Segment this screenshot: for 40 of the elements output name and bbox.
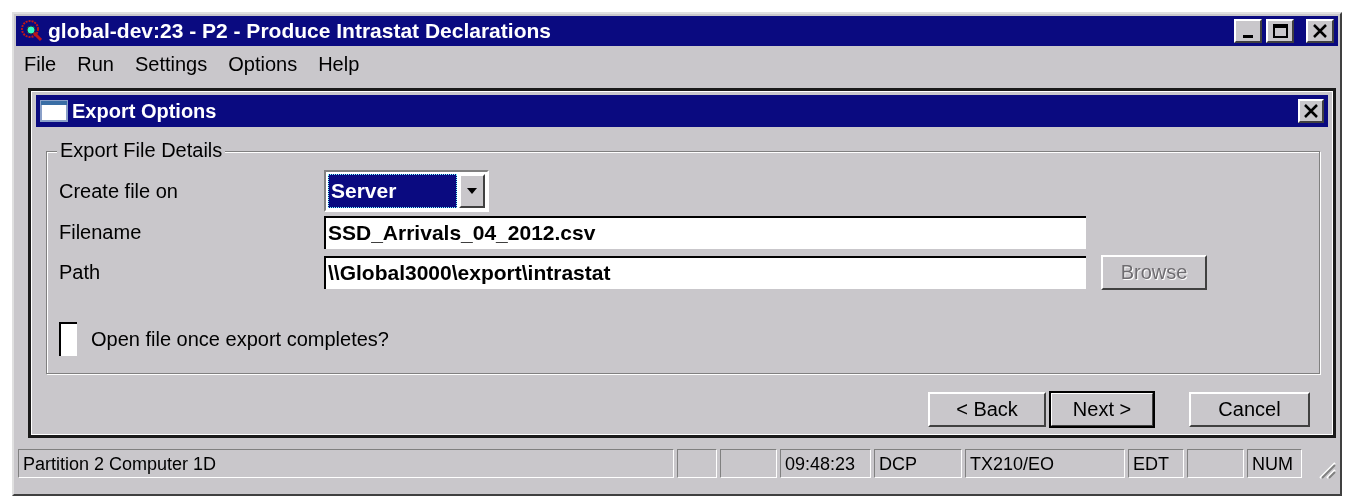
checkbox[interactable] xyxy=(59,322,77,356)
status-panel xyxy=(720,449,777,478)
status-panel xyxy=(1187,449,1244,478)
window-icon xyxy=(40,100,68,122)
close-button[interactable] xyxy=(1298,99,1324,123)
status-panel: EDT xyxy=(1128,449,1184,478)
status-panel: 09:48:23 xyxy=(780,449,871,478)
close-button[interactable] xyxy=(1306,19,1334,43)
menu-item[interactable]: Help xyxy=(318,53,360,82)
input-field[interactable]: \\Global3000\export\intrastat xyxy=(324,256,1086,289)
close-icon xyxy=(1303,104,1319,118)
dropdown[interactable]: Server xyxy=(324,170,489,212)
wizard-button[interactable]: Cancel xyxy=(1189,392,1310,427)
wizard-button[interactable]: < Back xyxy=(928,392,1046,427)
menu-item[interactable]: File xyxy=(24,53,57,82)
field-label: Path xyxy=(59,261,102,284)
wizard-button[interactable]: Next > xyxy=(1050,392,1154,427)
group-title: Export File Details xyxy=(57,139,226,162)
status-panel: Partition 2 Computer 1D xyxy=(18,449,674,478)
window-title: global-dev:23 - P2 - Produce Intrastat Declarations xyxy=(48,19,552,43)
status-panel: TX210/EO xyxy=(965,449,1125,478)
checkbox-label: Open file once export completes? xyxy=(91,327,389,351)
maximize-icon xyxy=(1272,24,1288,38)
maximize-button[interactable] xyxy=(1266,19,1294,43)
menu-item[interactable]: Run xyxy=(77,53,114,82)
field-label: Create file on xyxy=(59,179,179,203)
status-panel: NUM xyxy=(1247,449,1302,478)
minimize-button[interactable] xyxy=(1234,19,1262,43)
minimize-icon xyxy=(1243,34,1253,38)
field-label: Filename xyxy=(59,221,143,244)
close-icon xyxy=(1312,24,1328,38)
menu-item[interactable]: Options xyxy=(228,53,298,82)
magnifier-icon xyxy=(20,19,44,43)
menu-item[interactable]: Settings xyxy=(134,53,208,82)
dropdown-arrow-icon[interactable] xyxy=(466,187,478,195)
status-panel xyxy=(677,449,717,478)
dialog-title: Export Options xyxy=(72,99,218,123)
dropdown-value: Server xyxy=(328,174,457,208)
status-panel: DCP xyxy=(874,449,962,478)
input-field[interactable]: SSD_Arrivals_04_2012.csv xyxy=(324,216,1086,249)
